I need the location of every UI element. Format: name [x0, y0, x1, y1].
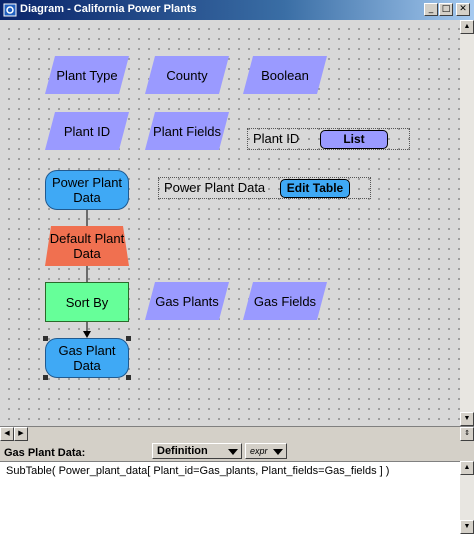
close-icon: ✕ — [459, 4, 467, 14]
node-label: Power Plant Data — [51, 175, 123, 205]
arrow-right-icon: ▶ — [18, 430, 24, 437]
edit-table-button[interactable]: Edit Table — [280, 179, 350, 198]
node-plant-id[interactable]: Plant ID — [45, 112, 129, 150]
selection-handle[interactable] — [126, 375, 131, 380]
node-gas-plant-data[interactable]: Gas Plant Data — [45, 338, 129, 378]
node-label: Boolean — [261, 67, 309, 83]
node-plant-fields[interactable]: Plant Fields — [145, 112, 229, 150]
title-bar[interactable]: Diagram - California Power Plants _ □ ✕ — [0, 0, 474, 20]
node-label: County — [166, 67, 208, 83]
arrowhead-icon — [83, 331, 91, 338]
node-label: Plant Fields — [153, 123, 221, 139]
definition-scrollbar[interactable]: ▲ ▼ — [460, 461, 474, 534]
node-label: Sort By — [65, 294, 109, 310]
app-icon — [3, 3, 17, 17]
view-select[interactable]: Definition — [152, 443, 242, 459]
node-gas-plants[interactable]: Gas Plants — [145, 282, 229, 320]
chevron-down-icon — [273, 449, 283, 455]
scroll-up-button[interactable]: ▲ — [460, 461, 474, 475]
arrow-down-icon: ▼ — [463, 415, 471, 422]
splitter-icon: ⇕ — [464, 430, 470, 437]
plant-id-input-label: Plant ID — [253, 131, 300, 146]
node-sort-by[interactable]: Sort By — [45, 282, 129, 322]
arrow-up-icon: ▲ — [463, 464, 471, 471]
selection-handle[interactable] — [43, 375, 48, 380]
definition-pane-label: Gas Plant Data: — [4, 447, 86, 459]
maximize-icon: □ — [441, 4, 451, 14]
minimize-button[interactable]: _ — [424, 3, 438, 16]
selection-handle[interactable] — [126, 336, 131, 341]
view-select-value: Definition — [157, 445, 208, 457]
window-title: Diagram - California Power Plants — [20, 3, 197, 15]
scroll-down-button[interactable]: ▼ — [460, 520, 474, 534]
list-button[interactable]: List — [320, 130, 388, 149]
diagram-canvas[interactable]: Plant Type County Boolean Plant ID Plant… — [0, 20, 460, 426]
definition-text[interactable]: SubTable( Power_plant_data[ Plant_id=Gas… — [6, 465, 389, 477]
node-label: Plant Type — [56, 67, 118, 83]
close-button[interactable]: ✕ — [456, 3, 470, 16]
horizontal-scrollbar[interactable]: ◀ ▶ ⇕ — [0, 426, 474, 442]
splitter-button[interactable]: ⇕ — [460, 427, 474, 441]
scroll-down-button[interactable]: ▼ — [460, 412, 474, 426]
diagram-window: Diagram - California Power Plants _ □ ✕ … — [0, 0, 474, 534]
node-power-plant-data[interactable]: Power Plant Data — [45, 170, 129, 210]
node-label: Gas Fields — [253, 293, 317, 309]
arrow-up-icon: ▲ — [463, 23, 471, 30]
scroll-up-button[interactable]: ▲ — [460, 20, 474, 34]
chevron-down-icon — [228, 449, 238, 455]
expr-select-value: expr — [250, 446, 268, 456]
node-label: Gas Plant Data — [58, 343, 116, 373]
scroll-left-button[interactable]: ◀ — [0, 427, 14, 441]
node-label: Plant ID — [63, 123, 111, 139]
expr-select[interactable]: expr — [245, 443, 287, 459]
arrow-left-icon: ◀ — [4, 430, 10, 437]
power-plant-input-label: Power Plant Data — [164, 180, 266, 195]
vertical-scrollbar[interactable]: ▲ ▼ — [460, 20, 474, 426]
maximize-button[interactable]: □ — [439, 3, 453, 16]
node-boolean[interactable]: Boolean — [243, 56, 327, 94]
minimize-icon: _ — [428, 4, 434, 14]
node-county[interactable]: County — [145, 56, 229, 94]
node-label: Default Plant Data — [49, 231, 125, 261]
node-label: Gas Plants — [155, 293, 219, 309]
scroll-right-button[interactable]: ▶ — [14, 427, 28, 441]
arrow-down-icon: ▼ — [463, 523, 471, 530]
node-default-plant-data[interactable]: Default Plant Data — [45, 226, 129, 266]
selection-handle[interactable] — [43, 336, 48, 341]
node-plant-type[interactable]: Plant Type — [45, 56, 129, 94]
node-gas-fields[interactable]: Gas Fields — [243, 282, 327, 320]
